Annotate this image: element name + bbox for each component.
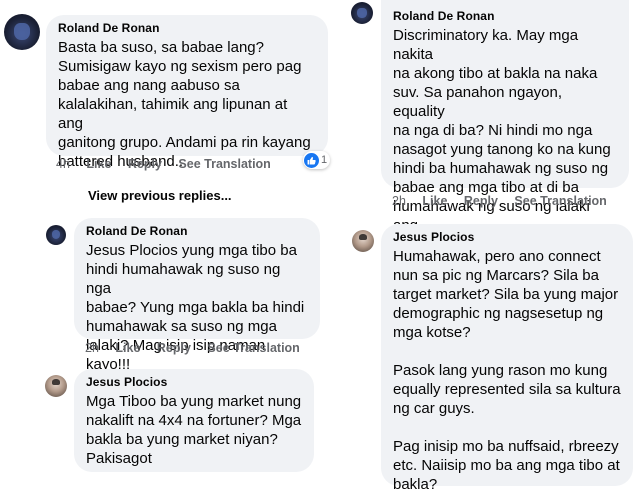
comment-actions: 2h Like Reply See Translation — [85, 341, 313, 356]
comment-author[interactable]: Roland De Ronan — [86, 224, 308, 239]
like-button[interactable]: Like — [115, 341, 140, 355]
comment-time[interactable]: 4h — [56, 157, 70, 171]
avatar-roland-de-ronan[interactable] — [351, 2, 373, 24]
comment-actions: 4h Like Reply See Translation — [56, 157, 284, 172]
avatar-jesus-plocios[interactable] — [352, 230, 374, 252]
like-button[interactable]: Like — [86, 157, 111, 171]
reply-button[interactable]: Reply — [464, 194, 498, 208]
reply-button[interactable]: Reply — [157, 341, 191, 355]
comment-bubble: Roland De Ronan Jesus Plocios yung mga t… — [74, 218, 320, 373]
avatar-roland-de-ronan[interactable] — [46, 225, 66, 245]
comment-bubble: Roland De Ronan Discriminatory ka. May m… — [381, 0, 629, 253]
comment-author[interactable]: Jesus Plocios — [86, 375, 302, 390]
like-button[interactable]: Like — [422, 194, 447, 208]
avatar-roland-de-ronan[interactable] — [4, 14, 40, 50]
like-icon — [304, 152, 319, 168]
view-previous-replies-link[interactable]: View previous replies... — [88, 188, 232, 203]
comment-time[interactable]: 2h — [392, 194, 406, 208]
reply-button[interactable]: Reply — [128, 157, 162, 171]
comment-text: Humahawak, pero ano connect nun sa pic n… — [393, 248, 621, 491]
comment-actions: 2h Like Reply See Translation — [392, 194, 620, 209]
comment-text: Discriminatory ka. May mga nakita na ako… — [393, 27, 611, 253]
comment-author[interactable]: Roland De Ronan — [393, 9, 617, 24]
comment-author[interactable]: Jesus Plocios — [393, 230, 621, 245]
comment-time[interactable]: 2h — [85, 341, 99, 355]
comment-bubble: Jesus Plocios Humahawak, pero ano connec… — [381, 224, 633, 491]
see-translation-link[interactable]: See Translation — [178, 157, 270, 171]
comment-text: Basta ba suso, sa babae lang? Sumisigaw … — [58, 39, 311, 170]
comment-text: Mga Tiboo ba yung market nung nakalift n… — [86, 393, 302, 467]
comment-author[interactable]: Roland De Ronan — [58, 21, 316, 36]
column-divider — [340, 0, 342, 491]
reaction-summary[interactable]: 1 — [303, 151, 331, 169]
reaction-count: 1 — [321, 154, 328, 166]
comment-bubble: Jesus Plocios Mga Tiboo ba yung market n… — [74, 369, 314, 472]
comment-bubble: Roland De Ronan Basta ba suso, sa babae … — [46, 15, 328, 170]
see-translation-link[interactable]: See Translation — [207, 341, 299, 355]
see-translation-link[interactable]: See Translation — [514, 194, 606, 208]
avatar-jesus-plocios[interactable] — [45, 375, 67, 397]
